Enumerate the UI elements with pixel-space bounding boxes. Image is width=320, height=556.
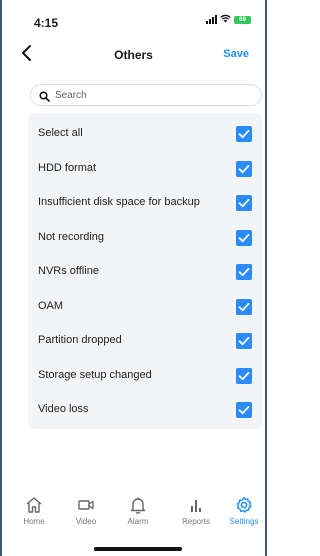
- tab-settings[interactable]: Settings: [222, 494, 266, 526]
- tab-label: Alarm: [127, 517, 149, 526]
- list-item[interactable]: Insufficient disk space for backup: [28, 186, 262, 220]
- list-item[interactable]: OAM: [28, 290, 262, 324]
- list-item[interactable]: Video loss: [28, 393, 262, 427]
- list-item[interactable]: HDD format: [28, 152, 262, 186]
- list-item-label: NVRs offline: [38, 265, 99, 277]
- battery-icon: 69: [234, 15, 251, 24]
- nav-bar: Others Save: [2, 44, 265, 68]
- list-item-label: Insufficient disk space for backup: [38, 196, 200, 208]
- home-indicator: [94, 547, 182, 551]
- checkbox[interactable]: [236, 367, 252, 384]
- checkmark-icon: [238, 336, 250, 346]
- search-icon: [39, 89, 50, 107]
- wifi-icon: [220, 14, 231, 25]
- search-input[interactable]: [55, 87, 255, 104]
- alarm-type-list: Select all HDD format Insufficient disk sp…: [28, 113, 262, 429]
- list-item[interactable]: Partition dropped: [28, 324, 262, 358]
- tab-label: Video: [75, 517, 97, 526]
- signal-icon: [206, 15, 217, 24]
- checkbox[interactable]: [236, 264, 252, 280]
- list-item[interactable]: Storage setup changed: [28, 359, 262, 393]
- home-icon: [12, 494, 56, 514]
- list-item-label: HDD format: [38, 161, 97, 174]
- list-item[interactable]: Not recording: [28, 221, 262, 255]
- bell-icon: [116, 494, 160, 514]
- tab-label: Home: [23, 517, 45, 526]
- checkmark-icon: [238, 302, 250, 311]
- list-item[interactable]: NVRs offline: [28, 255, 262, 289]
- checkbox[interactable]: [236, 160, 252, 177]
- checkmark-icon: [238, 164, 250, 173]
- tab-video[interactable]: Video: [64, 494, 108, 526]
- tab-bar: Home Video Alarm Reports Settings: [2, 494, 265, 534]
- checkbox[interactable]: [236, 333, 252, 349]
- tab-label: Reports: [181, 517, 210, 526]
- checkbox[interactable]: [236, 298, 252, 315]
- tab-home[interactable]: Home: [12, 494, 56, 526]
- list-item-label: Select all: [38, 127, 83, 139]
- bar-chart-icon: [174, 494, 218, 514]
- list-item-label: OAM: [38, 299, 64, 312]
- save-button[interactable]: Save: [223, 48, 249, 60]
- checkmark-icon: [238, 233, 250, 242]
- status-icons: 69: [206, 14, 251, 25]
- list-item-label: Video loss: [38, 403, 89, 415]
- tab-alarm[interactable]: Alarm: [116, 494, 160, 526]
- list-item[interactable]: Select all: [28, 117, 262, 151]
- checkmark-icon: [238, 129, 250, 139]
- status-bar: 4:15 69: [2, 0, 265, 36]
- checkbox[interactable]: [236, 126, 252, 142]
- tab-label: Settings: [229, 517, 259, 526]
- status-time: 4:15: [34, 16, 59, 30]
- phone-screen: 4:15 69 Others Save Select all HDD format…: [0, 0, 267, 556]
- checkmark-icon: [238, 198, 250, 208]
- gear-icon: [222, 494, 266, 514]
- checkbox[interactable]: [236, 402, 252, 418]
- checkmark-icon: [238, 267, 250, 277]
- checkmark-icon: [238, 371, 250, 380]
- list-item-label: Not recording: [38, 230, 105, 243]
- checkbox[interactable]: [236, 229, 252, 246]
- list-item-label: Partition dropped: [38, 334, 122, 346]
- checkmark-icon: [238, 405, 250, 415]
- checkbox[interactable]: [236, 195, 252, 211]
- search-bar[interactable]: [30, 84, 262, 106]
- list-item-label: Storage setup changed: [38, 368, 152, 381]
- tab-reports[interactable]: Reports: [174, 494, 218, 526]
- video-icon: [64, 494, 108, 514]
